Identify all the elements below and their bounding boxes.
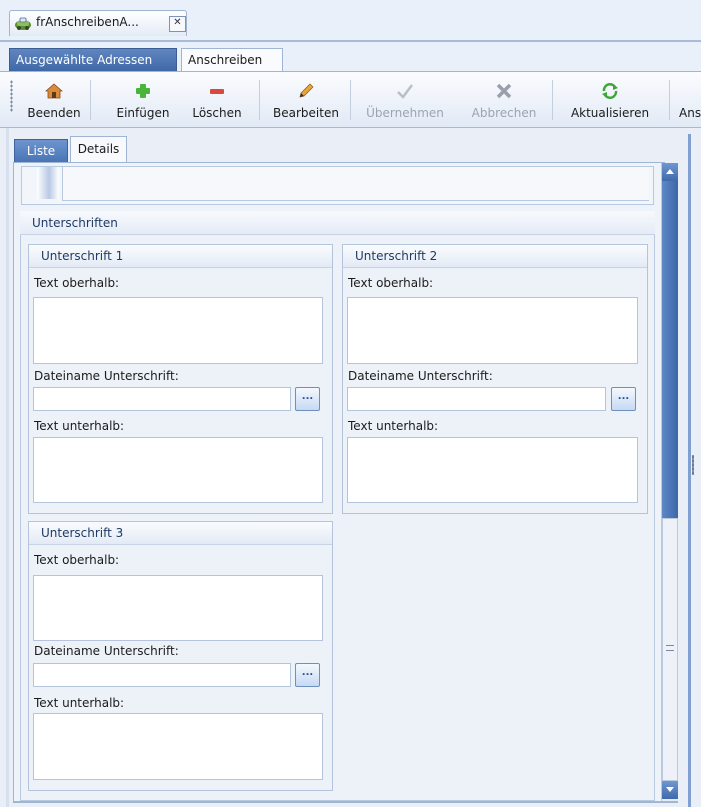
toolbar-separator <box>350 80 351 120</box>
dateiname-input[interactable] <box>347 387 606 411</box>
document-tab[interactable]: frAnschreibenA... ✕ <box>9 10 187 36</box>
group-title: Unterschrift 2 <box>355 249 438 263</box>
group-header: Unterschrift 3 <box>29 522 332 545</box>
checkmark-icon <box>397 84 413 99</box>
bearbeiten-label: Bearbeiten <box>273 106 339 120</box>
text-unterhalb-input[interactable] <box>33 437 323 503</box>
browse-button[interactable]: ... <box>295 387 320 411</box>
splitter-grip-icon <box>692 455 694 475</box>
pencil-icon <box>299 83 314 98</box>
text-unterhalb-input[interactable] <box>347 437 638 503</box>
ribbon-tab-bar: Ausgewählte Adressen Anschreiben <box>0 42 701 73</box>
right-splitter[interactable] <box>688 134 691 807</box>
dateiname-label: Dateiname Unterschrift: <box>34 369 179 383</box>
toolbar: Beenden Einfügen Löschen Bearbeiten Über… <box>0 71 701 128</box>
previous-field[interactable] <box>62 167 649 201</box>
uebernehmen-button[interactable]: Übernehmen <box>360 72 450 127</box>
scroll-grip-icon <box>666 645 674 651</box>
text-oberhalb-input[interactable] <box>33 297 323 364</box>
uebernehmen-label: Übernehmen <box>366 106 444 120</box>
section-title: Unterschriften <box>32 216 118 230</box>
text-oberhalb-label: Text oberhalb: <box>348 276 434 290</box>
text-oberhalb-label: Text oberhalb: <box>34 553 120 567</box>
document-tab-title: frAnschreibenA... <box>36 15 139 29</box>
unterschrift-2-group: Unterschrift 2 Text oberhalb: Dateiname … <box>342 244 648 514</box>
left-edge <box>6 128 9 807</box>
unterschriften-header: Unterschriften <box>20 211 655 235</box>
group-title: Unterschrift 1 <box>41 249 124 263</box>
minus-icon <box>210 89 224 94</box>
dateiname-label: Dateiname Unterschrift: <box>34 644 179 658</box>
text-unterhalb-label: Text unterhalb: <box>34 419 125 433</box>
scroll-down-button[interactable] <box>662 781 678 799</box>
dateiname-input[interactable] <box>33 663 291 687</box>
ansicht-button[interactable]: Ans <box>675 72 701 127</box>
bearbeiten-button[interactable]: Bearbeiten <box>268 72 344 127</box>
arrow-down-icon <box>666 787 674 792</box>
plus-icon <box>136 84 150 98</box>
toolbar-separator <box>259 80 260 120</box>
previous-field-strip <box>21 166 654 205</box>
group-title: Unterschrift 3 <box>41 526 124 540</box>
toolbar-separator <box>669 80 670 120</box>
tab-details[interactable]: Details <box>70 136 127 163</box>
browse-button[interactable]: ... <box>295 663 320 687</box>
einfuegen-button[interactable]: Einfügen <box>110 72 176 127</box>
beenden-button[interactable]: Beenden <box>22 72 86 127</box>
group-header: Unterschrift 2 <box>343 245 647 268</box>
beenden-label: Beenden <box>27 106 81 120</box>
arrow-up-icon <box>666 169 674 174</box>
field-shade <box>37 167 59 199</box>
ansicht-label: Ans <box>679 106 701 120</box>
text-oberhalb-label: Text oberhalb: <box>34 276 120 290</box>
tab-ausgewaehlte-adressen[interactable]: Ausgewählte Adressen <box>9 48 177 72</box>
unterschrift-1-group: Unterschrift 1 Text oberhalb: Dateiname … <box>28 244 333 514</box>
car-key-icon <box>15 17 31 30</box>
toolbar-separator <box>552 80 553 120</box>
tab-liste[interactable]: Liste <box>14 139 68 163</box>
aktualisieren-label: Aktualisieren <box>570 106 650 120</box>
abbrechen-button[interactable]: Abbrechen <box>465 72 543 127</box>
loeschen-label: Löschen <box>192 106 242 120</box>
scroll-thumb[interactable] <box>662 181 678 518</box>
group-header: Unterschrift 1 <box>29 245 332 268</box>
refresh-icon <box>602 83 618 99</box>
text-oberhalb-input[interactable] <box>347 297 638 364</box>
abbrechen-label: Abbrechen <box>471 106 537 120</box>
scroll-up-button[interactable] <box>662 163 678 181</box>
tab-anschreiben[interactable]: Anschreiben <box>181 48 283 73</box>
close-icon[interactable]: ✕ <box>169 16 186 32</box>
toolbar-separator <box>90 80 91 120</box>
loeschen-button[interactable]: Löschen <box>185 72 249 127</box>
text-unterhalb-label: Text unterhalb: <box>348 419 439 433</box>
dateiname-input[interactable] <box>33 387 291 411</box>
toolbar-grip[interactable] <box>10 80 13 112</box>
x-icon <box>496 83 512 99</box>
browse-button[interactable]: ... <box>611 387 636 411</box>
unterschrift-3-group: Unterschrift 3 Text oberhalb: Dateiname … <box>28 521 333 791</box>
text-unterhalb-label: Text unterhalb: <box>34 696 125 710</box>
house-exit-icon <box>45 83 63 99</box>
einfuegen-label: Einfügen <box>116 106 170 120</box>
panel-bottom-border <box>13 801 678 803</box>
text-oberhalb-input[interactable] <box>33 575 323 641</box>
text-unterhalb-input[interactable] <box>33 713 323 780</box>
aktualisieren-button[interactable]: Aktualisieren <box>562 72 658 127</box>
dateiname-label: Dateiname Unterschrift: <box>348 369 493 383</box>
